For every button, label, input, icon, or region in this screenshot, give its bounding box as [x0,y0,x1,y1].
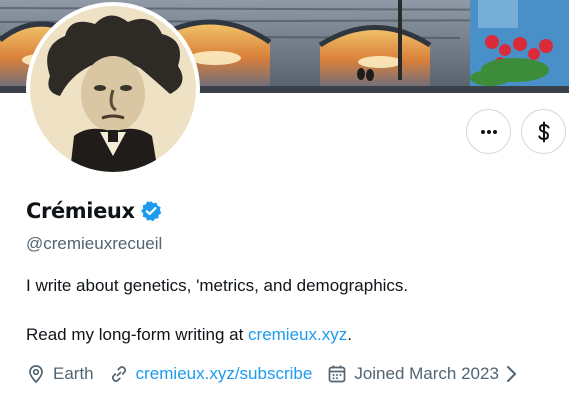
joined-date-text: Joined March 2023 [354,364,499,383]
avatar[interactable] [26,2,200,176]
location-item: Earth [26,364,94,384]
website-link[interactable]: cremieux.xyz/subscribe [136,364,313,384]
bio-line-2: Read my long-form writing at cremieux.xy… [26,325,352,345]
joined-item: Joined March 2023 [327,364,524,384]
dollar-icon [537,121,549,142]
display-name: Crémieux [26,199,135,223]
bio-text: Read my long-form writing at [26,325,249,344]
more-options-button[interactable] [466,109,511,154]
ellipsis-icon [480,129,497,134]
tip-button[interactable] [521,109,566,154]
bio-punctuation: . [347,325,352,344]
profile-name-row: Crémieux [26,199,162,223]
profile-meta: Earth cremieux.xyz/subscribe Joined Marc… [26,364,524,384]
link-icon [111,366,126,382]
chevron-right-icon[interactable] [505,365,517,383]
calendar-icon [328,365,346,383]
profile-header: Crémieux @cremieuxrecueil I write about … [0,0,569,404]
website-item: cremieux.xyz/subscribe [109,364,313,384]
location-text: Earth [53,364,94,383]
profile-handle: @cremieuxrecueil [26,234,163,253]
avatar-caricature [30,6,196,172]
location-pin-icon [29,365,43,384]
verified-badge-icon[interactable] [140,200,162,222]
bio-website-link[interactable]: cremieux.xyz [248,325,347,344]
bio-line-1: I write about genetics, 'metrics, and de… [26,276,409,295]
